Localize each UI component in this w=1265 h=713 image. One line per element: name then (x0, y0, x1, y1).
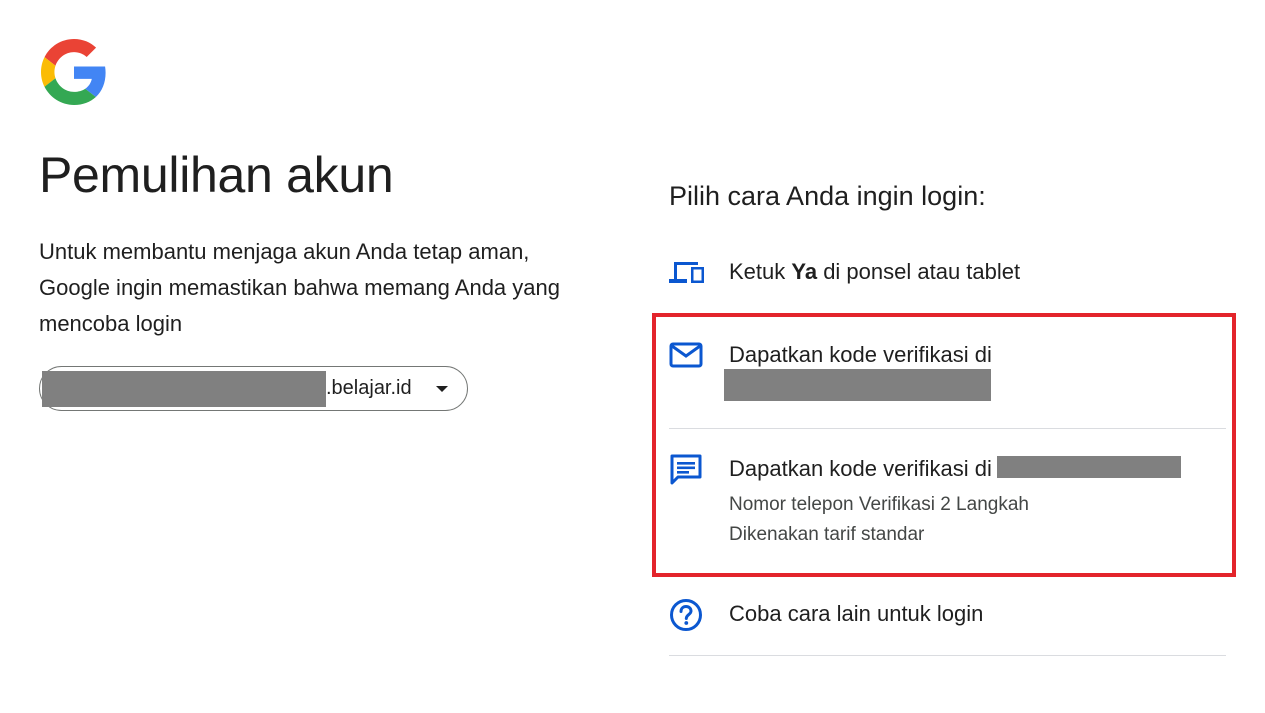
option-try-another-way[interactable]: Coba cara lain untuk login (669, 592, 1226, 638)
option-tap-yes[interactable]: Ketuk Ya di ponsel atau tablet (669, 250, 1226, 296)
sms-icon (670, 454, 702, 485)
option-sms-code-label: Dapatkan kode verifikasi di (729, 456, 992, 481)
devices-icon (669, 262, 704, 283)
account-selector[interactable]: .belajar.id (39, 366, 468, 411)
account-email-suffix: .belajar.id (326, 377, 412, 399)
google-logo-icon (41, 39, 106, 105)
option-divider (669, 428, 1226, 429)
option-try-another-way-label: Coba cara lain untuk login (729, 601, 984, 626)
option-sms-code-detail: Nomor telepon Verifikasi 2 Langkah (729, 494, 1029, 515)
mail-icon (669, 342, 703, 368)
option-sms-code-rate-note: Dikenakan tarif standar (729, 524, 925, 545)
option-email-code[interactable]: Dapatkan kode verifikasi di (669, 330, 1226, 420)
option-tap-yes-label: Ketuk Ya di ponsel atau tablet (729, 259, 1021, 284)
redacted-recovery-email (724, 369, 991, 401)
bottom-divider (669, 655, 1226, 656)
help-circle-icon (670, 599, 702, 631)
account-recovery-page: Pemulihan akun Untuk membantu menjaga ak… (0, 0, 1265, 713)
option-sms-code[interactable]: Dapatkan kode verifikasi di Nomor telepo… (669, 445, 1226, 555)
caret-down-icon (436, 386, 448, 392)
redacted-email (42, 371, 326, 407)
redacted-phone-number (997, 456, 1181, 478)
option-email-code-label: Dapatkan kode verifikasi di (729, 342, 992, 367)
login-method-prompt: Pilih cara Anda ingin login: (669, 181, 986, 211)
page-description: Untuk membantu menjaga akun Anda tetap a… (39, 239, 560, 336)
page-title: Pemulihan akun (39, 147, 394, 203)
